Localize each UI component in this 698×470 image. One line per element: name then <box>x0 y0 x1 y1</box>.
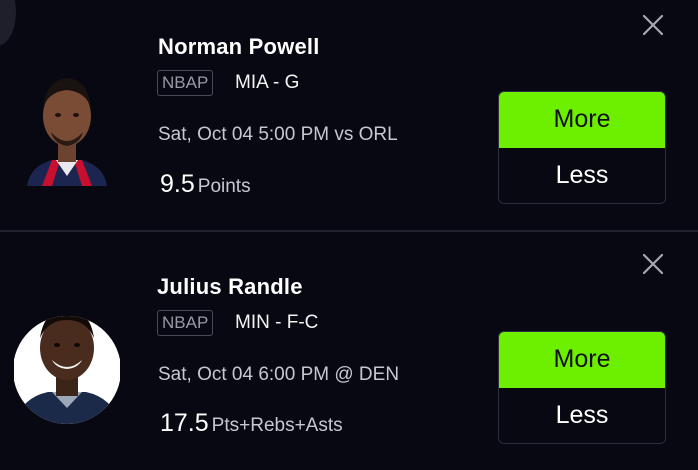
remove-pick-button[interactable] <box>640 251 666 277</box>
player-name: Norman Powell <box>158 34 320 59</box>
game-info: Sat, Oct 04 6:00 PM @ DEN <box>158 364 400 385</box>
league-badge: NBAP <box>157 310 214 336</box>
less-button[interactable]: Less <box>499 388 665 443</box>
game-info: Sat, Oct 04 5:00 PM vs ORL <box>158 124 398 145</box>
more-button[interactable]: More <box>499 332 665 388</box>
team-position: MIN - F-C <box>235 312 319 333</box>
less-button[interactable]: Less <box>499 148 665 203</box>
stat-type: Points <box>197 176 251 197</box>
pick-selector: More Less <box>498 91 666 204</box>
team-position: MIA - G <box>235 72 300 93</box>
stat-type: Pts+Rebs+Asts <box>211 415 343 436</box>
close-icon <box>642 253 664 275</box>
player-card: Julius Randle NBAP MIN - F-C Sat, Oct 04… <box>0 232 698 470</box>
league-badge: NBAP <box>157 70 214 96</box>
player-headshot <box>22 68 112 188</box>
remove-pick-button[interactable] <box>640 12 666 38</box>
player-headshot <box>14 290 120 426</box>
projection-line: 17.5 Pts+Rebs+Asts <box>160 409 343 438</box>
pick-selector: More Less <box>498 331 666 444</box>
line-value: 9.5 <box>160 170 195 198</box>
projection-line: 9.5 Points <box>160 170 251 199</box>
player-name: Julius Randle <box>157 274 303 299</box>
line-value: 17.5 <box>160 409 209 437</box>
player-card: Norman Powell NBAP MIA - G Sat, Oct 04 5… <box>0 0 698 230</box>
close-icon <box>642 14 664 36</box>
more-button[interactable]: More <box>499 92 665 148</box>
